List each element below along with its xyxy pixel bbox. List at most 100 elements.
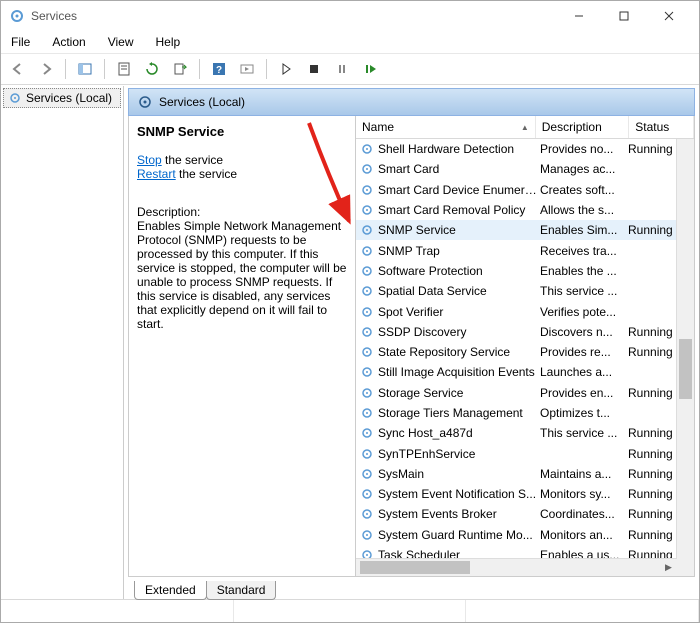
gear-icon — [360, 447, 376, 461]
menu-help[interactable]: Help — [152, 33, 185, 51]
gear-icon — [360, 345, 376, 359]
service-row[interactable]: System Event Notification S...Monitors s… — [356, 484, 694, 504]
svg-text:?: ? — [216, 65, 222, 76]
service-name: SSDP Discovery — [376, 325, 540, 339]
gear-icon — [360, 183, 376, 197]
service-row[interactable]: Smart CardManages ac... — [356, 159, 694, 179]
tree-pane: Services (Local) — [1, 86, 124, 599]
menu-view[interactable]: View — [104, 33, 138, 51]
service-row[interactable]: Storage Tiers ManagementOptimizes t... — [356, 403, 694, 423]
service-row[interactable]: State Repository ServiceProvides re...Ru… — [356, 342, 694, 362]
service-description: Manages ac... — [540, 162, 628, 176]
service-status: Running — [628, 325, 682, 339]
service-name: System Guard Runtime Mo... — [376, 528, 540, 542]
service-name: Storage Service — [376, 386, 540, 400]
service-name: SysMain — [376, 467, 540, 481]
body: Services (Local) Services (Local) SNMP S… — [1, 85, 699, 599]
service-description: Enables the ... — [540, 264, 628, 278]
hscroll-thumb[interactable] — [360, 561, 470, 574]
restart-link[interactable]: Restart — [137, 167, 176, 181]
service-description: Monitors an... — [540, 528, 628, 542]
statusbar — [1, 599, 699, 622]
pause-service-button[interactable] — [329, 56, 355, 82]
service-row[interactable]: SNMP TrapReceives tra... — [356, 240, 694, 260]
content-header: Services (Local) — [128, 88, 695, 116]
col-header-status[interactable]: Status — [629, 116, 694, 138]
minimize-button[interactable] — [556, 1, 601, 31]
service-status: Running — [628, 528, 682, 542]
vertical-scrollbar[interactable] — [676, 139, 694, 559]
service-description: Optimizes t... — [540, 406, 628, 420]
tab-extended[interactable]: Extended — [134, 581, 207, 600]
restart-service-button[interactable] — [357, 56, 383, 82]
service-row[interactable]: SSDP DiscoveryDiscovers n...Running — [356, 322, 694, 342]
service-row[interactable]: Spot VerifierVerifies pote... — [356, 301, 694, 321]
service-row[interactable]: Smart Card Device Enumera...Creates soft… — [356, 180, 694, 200]
service-description: This service ... — [540, 284, 628, 298]
gear-icon — [360, 142, 376, 156]
menu-file[interactable]: File — [7, 33, 34, 51]
tab-standard[interactable]: Standard — [206, 581, 277, 600]
selected-service-title: SNMP Service — [137, 124, 347, 139]
service-row[interactable]: SNMP ServiceEnables Sim...Running — [356, 220, 694, 240]
stop-service-button[interactable] — [301, 56, 327, 82]
service-row[interactable]: System Guard Runtime Mo...Monitors an...… — [356, 525, 694, 545]
gear-icon — [360, 507, 376, 521]
close-button[interactable] — [646, 1, 691, 31]
service-description: Maintains a... — [540, 467, 628, 481]
gear-icon — [8, 91, 22, 105]
service-row[interactable]: SynTPEnhServiceRunning — [356, 443, 694, 463]
hscroll-right-icon[interactable]: ▶ — [660, 559, 677, 576]
service-row[interactable]: Smart Card Removal PolicyAllows the s... — [356, 200, 694, 220]
export-button[interactable] — [167, 56, 193, 82]
service-status: Running — [628, 345, 682, 359]
service-row[interactable]: Storage ServiceProvides en...Running — [356, 383, 694, 403]
description-label: Description: — [137, 205, 200, 219]
show-hide-tree-button[interactable] — [72, 56, 98, 82]
horizontal-scrollbar[interactable]: ◀ ▶ — [356, 558, 677, 576]
service-status: Running — [628, 142, 682, 156]
gear-icon — [360, 365, 376, 379]
maximize-button[interactable] — [601, 1, 646, 31]
start-service-button[interactable] — [273, 56, 299, 82]
service-row[interactable]: System Events BrokerCoordinates...Runnin… — [356, 504, 694, 524]
service-description: Provides re... — [540, 345, 628, 359]
menu-action[interactable]: Action — [48, 33, 89, 51]
service-row[interactable]: Sync Host_a487dThis service ...Running — [356, 423, 694, 443]
service-row[interactable]: Shell Hardware DetectionProvides no...Ru… — [356, 139, 694, 159]
gear-icon — [360, 325, 376, 339]
titlebar: Services — [1, 1, 699, 31]
gear-icon — [360, 528, 376, 542]
list-header: Name▲ Description Status — [356, 116, 694, 139]
service-name: SNMP Trap — [376, 244, 540, 258]
forward-button[interactable] — [33, 56, 59, 82]
service-row[interactable]: Still Image Acquisition EventsLaunches a… — [356, 362, 694, 382]
gear-icon — [360, 305, 376, 319]
service-row[interactable]: Spatial Data ServiceThis service ... — [356, 281, 694, 301]
service-status: Running — [628, 223, 682, 237]
refresh-button[interactable] — [139, 56, 165, 82]
stop-link[interactable]: Stop — [137, 153, 162, 167]
service-row[interactable]: SysMainMaintains a...Running — [356, 464, 694, 484]
properties-button[interactable] — [111, 56, 137, 82]
service-name: System Event Notification S... — [376, 487, 540, 501]
gear-icon — [360, 406, 376, 420]
gear-icon — [360, 223, 376, 237]
gear-icon — [360, 426, 376, 440]
gear-icon — [360, 284, 376, 298]
col-header-description[interactable]: Description — [536, 116, 630, 138]
service-description: Coordinates... — [540, 507, 628, 521]
vscroll-thumb[interactable] — [679, 339, 692, 399]
service-description: This service ... — [540, 426, 628, 440]
service-name: Sync Host_a487d — [376, 426, 540, 440]
service-description: Verifies pote... — [540, 305, 628, 319]
service-name: Spot Verifier — [376, 305, 540, 319]
tree-root-item[interactable]: Services (Local) — [3, 88, 121, 108]
service-row[interactable]: Software ProtectionEnables the ... — [356, 261, 694, 281]
help-button[interactable]: ? — [206, 56, 232, 82]
back-button[interactable] — [5, 56, 31, 82]
service-name: Smart Card Removal Policy — [376, 203, 540, 217]
col-header-name[interactable]: Name▲ — [356, 116, 536, 138]
app-icon — [9, 8, 25, 24]
action-button[interactable] — [234, 56, 260, 82]
